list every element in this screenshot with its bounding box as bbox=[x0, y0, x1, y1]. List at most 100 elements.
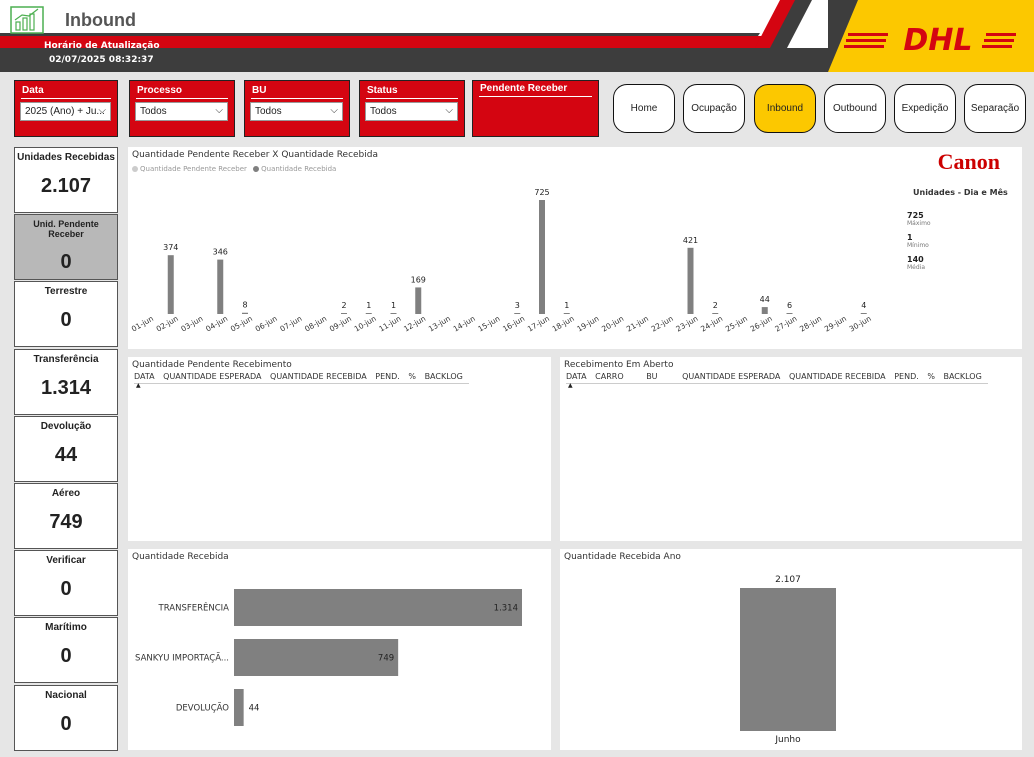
tick-label: 22-jun bbox=[650, 314, 675, 334]
bar-11-jun[interactable] bbox=[390, 313, 397, 314]
table-title: Recebimento Em Aberto bbox=[564, 360, 674, 370]
data-label: 346 bbox=[213, 248, 228, 257]
bar-23-jun[interactable] bbox=[687, 247, 694, 314]
data-label: 169 bbox=[411, 275, 426, 284]
tick-label: 08-jun bbox=[303, 314, 328, 334]
tick-label: 07-jun bbox=[278, 314, 303, 334]
bar-1[interactable] bbox=[234, 639, 399, 676]
filter-pendente-receber[interactable]: Pendente Receber bbox=[472, 80, 599, 137]
column-header[interactable]: QUANTIDADE RECEBIDA bbox=[270, 372, 367, 381]
filter-data-select[interactable]: 2025 (Ano) + Ju... ⌵ bbox=[20, 102, 111, 121]
nav-expedicao-button[interactable]: Expedição bbox=[894, 84, 956, 133]
kpi-terrestre: Terrestre 0 bbox=[14, 281, 118, 347]
update-label: Horário de Atualização bbox=[44, 41, 160, 51]
nav-inbound-button[interactable]: Inbound bbox=[754, 84, 816, 133]
nav-separacao-button[interactable]: Separação bbox=[964, 84, 1026, 133]
tick-label: 20-jun bbox=[600, 314, 625, 334]
data-label: 725 bbox=[534, 188, 549, 197]
column-header[interactable]: DATA bbox=[134, 372, 155, 381]
bar-2[interactable] bbox=[234, 689, 244, 726]
bar-30-jun[interactable] bbox=[860, 313, 867, 314]
kpi-label: Verificar bbox=[46, 555, 86, 566]
table-header: DATA QUANTIDADE ESPERADA QUANTIDADE RECE… bbox=[134, 372, 469, 384]
data-label: 749 bbox=[378, 654, 394, 664]
kpi-maritimo: Marítimo 0 bbox=[14, 617, 118, 683]
data-label: 1 bbox=[366, 301, 371, 310]
column-header[interactable]: PEND. bbox=[375, 372, 400, 381]
data-label: 2 bbox=[713, 301, 718, 310]
pending-table-panel: Quantidade Pendente Recebimento DATA QUA… bbox=[128, 357, 551, 541]
kpi-value: 2.107 bbox=[40, 175, 92, 197]
bar-26-jun[interactable] bbox=[761, 307, 768, 314]
bar-02-jun[interactable] bbox=[167, 255, 174, 314]
tick-label: 05-jun bbox=[229, 314, 254, 334]
column-header[interactable]: PEND. bbox=[894, 372, 919, 381]
tick-label: 19-jun bbox=[575, 314, 600, 334]
filter-status[interactable]: Status Todos ⌵ bbox=[359, 80, 465, 137]
filter-status-select[interactable]: Todos ⌵ bbox=[365, 102, 458, 121]
bar-0[interactable] bbox=[234, 589, 522, 626]
year-panel: Quantidade Recebida Ano 2.107 Junho bbox=[560, 549, 1022, 750]
bar-17-jun[interactable] bbox=[539, 200, 545, 314]
bar-24-jun[interactable] bbox=[712, 313, 719, 314]
filter-bu-select[interactable]: Todos ⌵ bbox=[250, 102, 343, 121]
canon-logo: Canon bbox=[937, 149, 1000, 174]
bar-junho[interactable] bbox=[740, 588, 836, 731]
filter-processo-select[interactable]: Todos ⌵ bbox=[135, 102, 228, 121]
tick-label: 25-jun bbox=[724, 314, 749, 334]
bar-05-jun[interactable] bbox=[242, 312, 248, 314]
tick-label: 16-jun bbox=[501, 314, 526, 334]
category-label: SANKYU IMPORTAÇÃ... bbox=[135, 653, 229, 664]
kpi-value: 1.314 bbox=[40, 377, 92, 399]
kpi-value: 749 bbox=[49, 511, 83, 533]
tick-label: 13-jun bbox=[427, 314, 452, 334]
nav-ocupacao-button[interactable]: Ocupação bbox=[683, 84, 745, 133]
chevron-down-icon: ⌵ bbox=[445, 105, 453, 116]
sort-up-icon[interactable]: ▲ bbox=[136, 382, 141, 389]
stat-avg: 140 Média bbox=[907, 255, 926, 271]
update-timestamp: 02/07/2025 08:32:37 bbox=[49, 55, 154, 65]
filter-bu[interactable]: BU Todos ⌵ bbox=[244, 80, 350, 137]
bar-12-jun[interactable] bbox=[415, 287, 422, 314]
nav-home-button[interactable]: Home bbox=[613, 84, 675, 133]
filter-underline bbox=[479, 96, 592, 97]
column-header[interactable]: QUANTIDADE ESPERADA bbox=[682, 372, 780, 381]
kpi-aereo: Aéreo 749 bbox=[14, 483, 118, 549]
column-header[interactable]: QUANTIDADE RECEBIDA bbox=[789, 372, 886, 381]
kpi-value: 0 bbox=[60, 645, 72, 667]
tick-label: 30-jun bbox=[848, 314, 873, 334]
filter-underline bbox=[366, 98, 458, 99]
header: Inbound Horário de Atualização 02/07/202… bbox=[0, 0, 1034, 72]
kpi-value: 0 bbox=[60, 713, 72, 735]
kpi-value: 0 bbox=[60, 309, 72, 331]
column-header[interactable]: % bbox=[927, 372, 935, 381]
filter-processo[interactable]: Processo Todos ⌵ bbox=[129, 80, 235, 137]
data-label: 3 bbox=[515, 301, 520, 310]
filter-label: Data bbox=[22, 85, 44, 96]
data-label: 421 bbox=[683, 236, 698, 245]
column-header[interactable]: QUANTIDADE ESPERADA bbox=[163, 372, 261, 381]
data-label: 1 bbox=[564, 301, 569, 310]
bar-10-jun[interactable] bbox=[365, 313, 372, 314]
column-header[interactable]: % bbox=[408, 372, 416, 381]
column-header[interactable]: BACKLOG bbox=[943, 372, 981, 381]
bar-09-jun[interactable] bbox=[341, 313, 347, 314]
column-header[interactable]: BU bbox=[646, 372, 657, 381]
kpi-transferencia: Transferência 1.314 bbox=[14, 349, 118, 415]
column-header[interactable]: DATA bbox=[566, 372, 587, 381]
filter-data[interactable]: Data 2025 (Ano) + Ju... ⌵ bbox=[14, 80, 118, 137]
data-label: 6 bbox=[787, 301, 792, 310]
nav-outbound-button[interactable]: Outbound bbox=[824, 84, 886, 133]
sort-up-icon[interactable]: ▲ bbox=[568, 382, 573, 389]
bar-04-jun[interactable] bbox=[217, 259, 224, 314]
column-header[interactable]: CARRO bbox=[595, 372, 623, 381]
column-header[interactable]: BACKLOG bbox=[425, 372, 463, 381]
bar-18-jun[interactable] bbox=[563, 313, 570, 314]
filter-underline bbox=[21, 98, 111, 99]
tick-label: 29-jun bbox=[823, 314, 848, 334]
kpi-value: 0 bbox=[60, 251, 72, 273]
tick-label: 11-jun bbox=[377, 314, 402, 334]
bar-27-jun[interactable] bbox=[786, 313, 793, 314]
daily-bar-chart: 01-jun37402-jun 03-jun34604-jun805-jun 06-… bbox=[130, 188, 873, 334]
bar-16-jun[interactable] bbox=[514, 313, 521, 314]
